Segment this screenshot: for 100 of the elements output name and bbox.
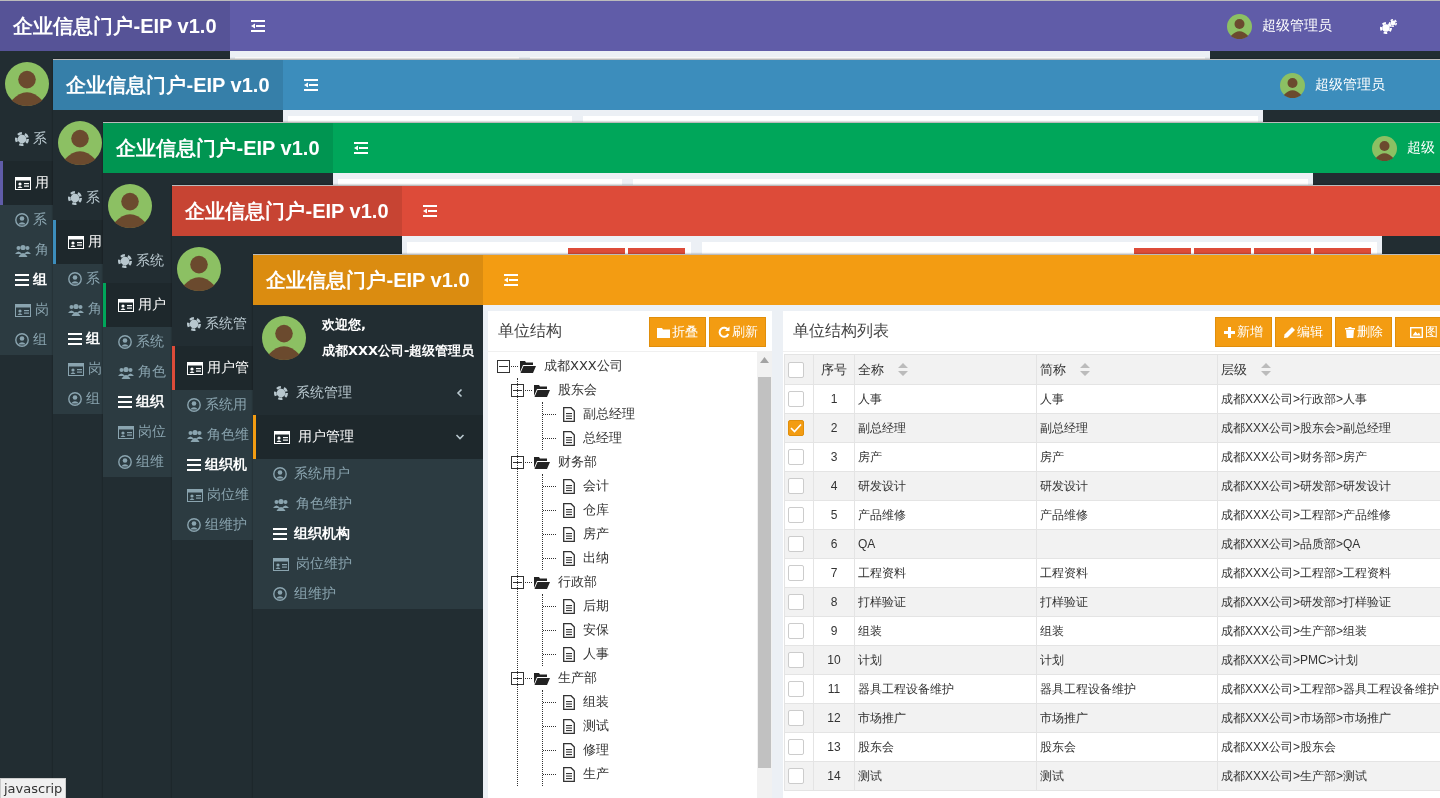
sidebar-submenu-item[interactable]: 系统用户 <box>253 459 483 489</box>
tree-node-label[interactable]: 组装 <box>583 693 609 711</box>
row-checkbox[interactable] <box>788 449 804 465</box>
user-circle-icon <box>187 398 201 412</box>
tree-node-label[interactable]: 仓库 <box>583 501 609 519</box>
row-checkbox[interactable] <box>788 420 804 436</box>
tree-node-label[interactable]: 人事 <box>583 645 609 663</box>
panel-title: 单位结构 <box>498 320 562 342</box>
open-folder-icon <box>534 575 550 589</box>
tree-node-label[interactable]: 生产部 <box>558 669 597 687</box>
tree-node-label[interactable]: 行政部 <box>558 573 597 591</box>
user-circle-icon <box>273 587 287 601</box>
sort-icon[interactable] <box>898 363 908 376</box>
row-checkbox[interactable] <box>788 507 804 523</box>
sidebar-submenu-item[interactable]: 角 <box>0 235 53 265</box>
collapse-icon[interactable] <box>511 671 524 685</box>
row-checkbox[interactable] <box>788 739 804 755</box>
sidebar-submenu-item[interactable]: 组维 <box>103 447 172 477</box>
table-cell: 8 <box>830 595 838 609</box>
select-all-checkbox[interactable] <box>788 361 804 378</box>
sidebar-submenu-item[interactable]: 系统 <box>103 327 172 357</box>
row-checkbox[interactable] <box>788 391 804 407</box>
table-cell: 成都XXX公司>工程部>产品维修 <box>1221 507 1392 522</box>
sidebar-menu-item[interactable]: 用户 <box>103 283 172 327</box>
welcome-text: 欢迎您, <box>322 316 367 334</box>
sidebar-submenu-item[interactable]: 岗 <box>0 295 53 325</box>
row-checkbox[interactable] <box>788 623 804 639</box>
tree-node-label[interactable]: 安保 <box>583 621 609 639</box>
sidebar-menu-item[interactable]: 系统 <box>103 239 172 283</box>
tree-node-label[interactable]: 总经理 <box>583 429 622 447</box>
tree-node-label[interactable]: 副总经理 <box>583 405 635 423</box>
sort-icon[interactable] <box>1261 363 1271 376</box>
sidebar-submenu-item[interactable]: 组维护 <box>172 510 253 540</box>
gears-icon[interactable] <box>1380 18 1397 34</box>
sidebar-submenu-item[interactable]: 角色 <box>103 357 172 387</box>
tree-node-label[interactable]: 会计 <box>583 477 609 495</box>
user-circle-icon <box>118 455 132 469</box>
scrollbar[interactable] <box>757 352 772 798</box>
tree-node-label[interactable]: 出纳 <box>583 549 609 567</box>
sidebar-menu-item[interactable]: 用户管 <box>172 346 253 390</box>
row-checkbox[interactable] <box>788 681 804 697</box>
row-checkbox[interactable] <box>788 536 804 552</box>
tree-node-label[interactable]: 后期 <box>583 597 609 615</box>
menu-icon[interactable] <box>354 142 368 154</box>
sidebar-submenu-item[interactable]: 角色维 <box>172 420 253 450</box>
table-cell: 成都XXX公司>工程部>器具工程设备维护 <box>1221 681 1440 696</box>
column-header[interactable]: 全称 <box>858 360 884 379</box>
column-header[interactable]: 层级 <box>1221 360 1247 379</box>
tree-node-label[interactable]: 财务部 <box>558 453 597 471</box>
sidebar-menu-item[interactable]: 系 <box>53 176 103 220</box>
table-cell: 7 <box>830 566 838 580</box>
sidebar-submenu-item[interactable]: 岗位维护 <box>253 549 483 579</box>
sidebar-submenu-item[interactable]: 组织 <box>103 387 172 417</box>
sidebar-submenu-item[interactable]: 岗 <box>53 354 103 384</box>
sidebar-submenu-item[interactable]: 系 <box>0 205 53 235</box>
sidebar-menu-item[interactable]: 系 <box>0 117 53 161</box>
sidebar-menu-item[interactable]: 系统管 <box>172 302 253 346</box>
menu-icon[interactable] <box>304 79 318 91</box>
tree-node-label[interactable]: 房产 <box>583 525 609 543</box>
sidebar-submenu-item[interactable]: 角 <box>53 294 103 324</box>
sidebar-submenu-item[interactable]: 组 <box>0 265 53 295</box>
row-checkbox[interactable] <box>788 768 804 784</box>
sidebar-submenu-item[interactable]: 岗位维 <box>172 480 253 510</box>
tree-node-label[interactable]: 股东会 <box>558 381 597 399</box>
sidebar-submenu-item[interactable]: 组 <box>53 324 103 354</box>
menu-icon[interactable] <box>251 20 265 32</box>
sidebar-submenu-item[interactable]: 系 <box>53 264 103 294</box>
sidebar-submenu-item[interactable]: 岗位 <box>103 417 172 447</box>
column-header[interactable]: 简称 <box>1040 360 1066 379</box>
scroll-up-icon[interactable] <box>760 357 769 363</box>
menu-icon[interactable] <box>423 205 437 217</box>
row-checkbox[interactable] <box>788 594 804 610</box>
sidebar-submenu-item[interactable]: 组织机构 <box>253 519 483 549</box>
collapse-icon[interactable] <box>511 455 524 469</box>
sidebar-menu-item[interactable]: 系统管理 <box>253 371 483 415</box>
sort-icon[interactable] <box>1080 363 1090 376</box>
tree-node-label[interactable]: 修理 <box>583 741 609 759</box>
sidebar-menu-item[interactable]: 用 <box>0 161 53 205</box>
collapse-icon[interactable] <box>511 383 524 397</box>
sidebar-submenu-item[interactable]: 组 <box>0 325 53 355</box>
sidebar-menu-item[interactable]: 用 <box>53 220 103 264</box>
tree-node-label[interactable]: 生产 <box>583 765 609 783</box>
sidebar-menu-item[interactable]: 用户管理 <box>253 415 483 459</box>
sidebar-submenu-item[interactable]: 系统用 <box>172 390 253 420</box>
row-checkbox[interactable] <box>788 710 804 726</box>
sidebar-submenu-item[interactable]: 角色维护 <box>253 489 483 519</box>
sidebar-submenu-item[interactable]: 组 <box>53 384 103 414</box>
row-checkbox[interactable] <box>788 478 804 494</box>
user-name[interactable]: 超级管理员 <box>1262 17 1332 35</box>
row-checkbox[interactable] <box>788 652 804 668</box>
tree-node-label[interactable]: 成都XXX公司 <box>544 357 623 375</box>
sidebar-submenu-item[interactable]: 组织机 <box>172 450 253 480</box>
tree-node-label[interactable]: 测试 <box>583 717 609 735</box>
user-name[interactable]: 超级管理员 <box>1315 76 1385 94</box>
sidebar-submenu-item[interactable]: 组维护 <box>253 579 483 609</box>
table-cell: 器具工程设备维护 <box>858 681 954 696</box>
gear-icon <box>15 132 29 146</box>
collapse-icon[interactable] <box>497 359 510 373</box>
row-checkbox[interactable] <box>788 565 804 581</box>
collapse-icon[interactable] <box>511 575 524 589</box>
